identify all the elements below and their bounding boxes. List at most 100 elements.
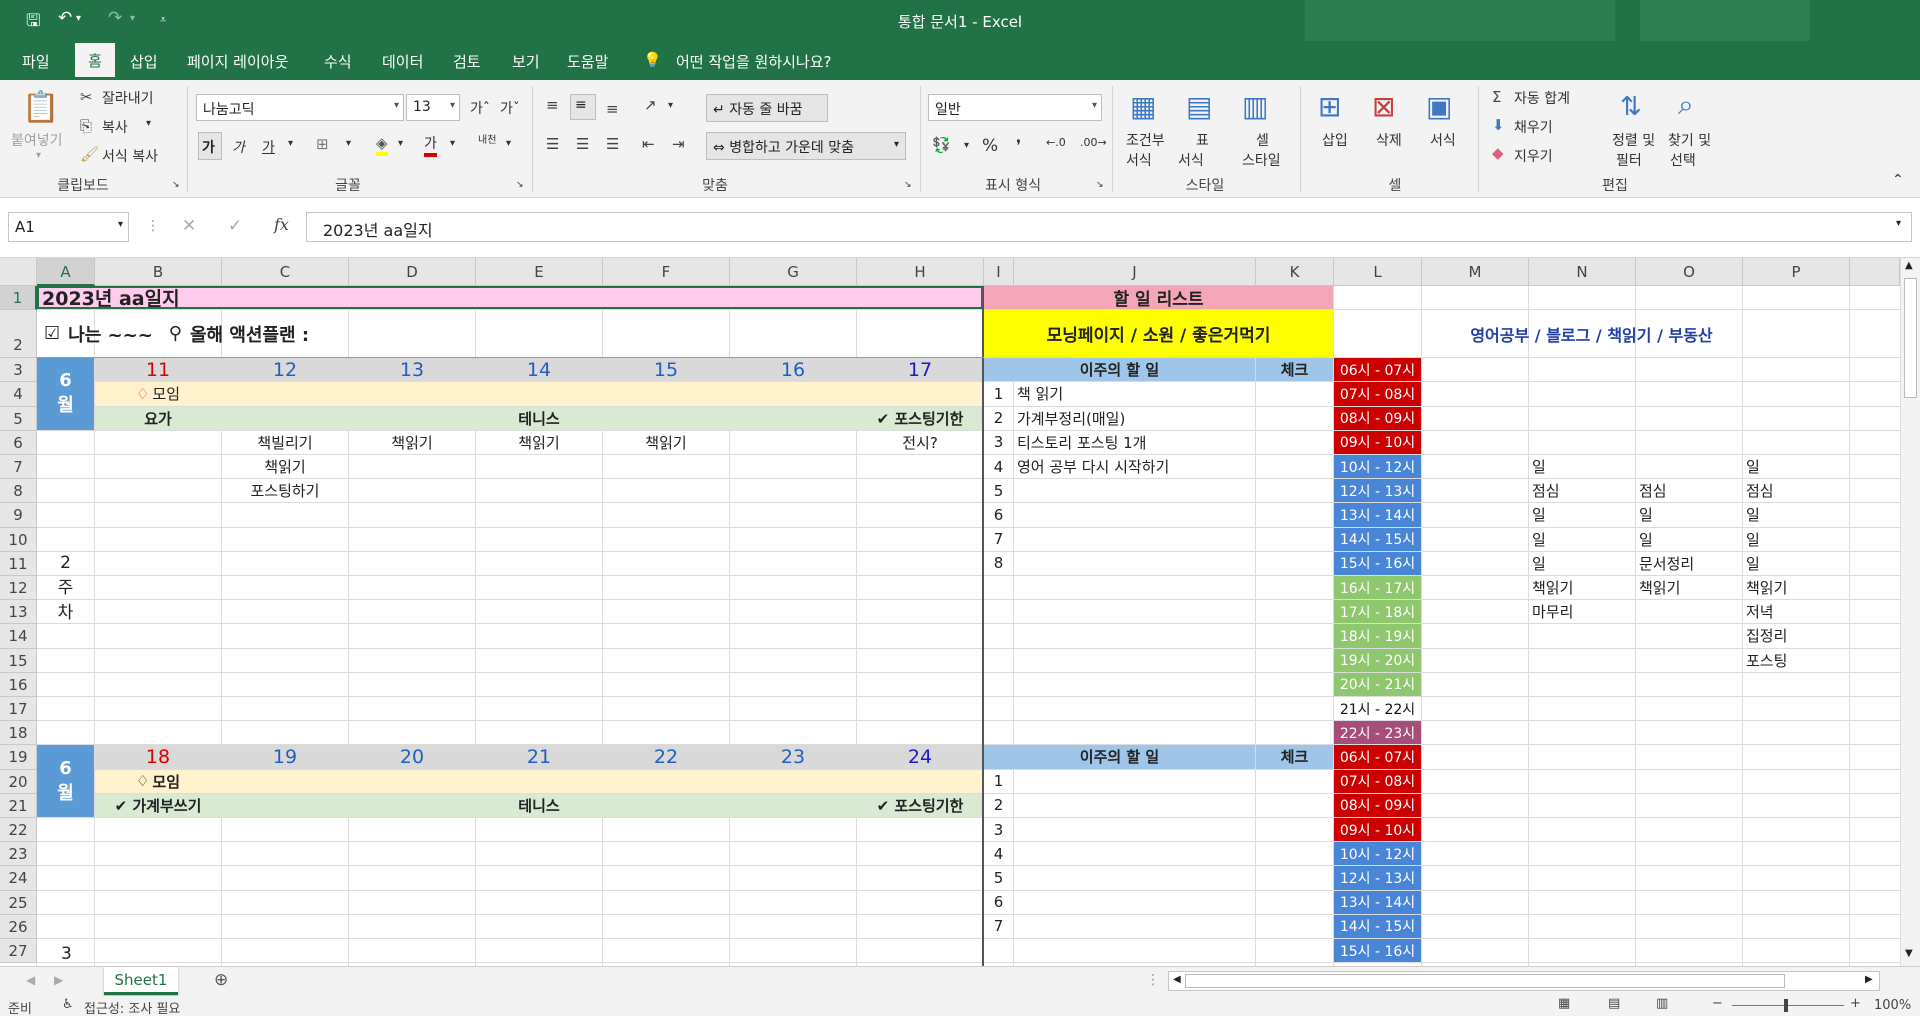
column-header[interactable]: A [37, 258, 95, 286]
font-color-dropdown-icon[interactable]: ▾ [450, 138, 455, 149]
row-header[interactable]: 25 [0, 890, 37, 915]
schedule-cell[interactable]: 책읽기 [1529, 576, 1635, 599]
todo-number[interactable]: 4 [984, 842, 1013, 865]
copy-icon[interactable]: ⎘ [80, 117, 92, 135]
task-cell[interactable]: 책읽기 [603, 431, 729, 454]
format-painter-button[interactable]: 서식 복사 [102, 146, 158, 166]
find-select-icon[interactable]: ⌕ [1678, 88, 1694, 122]
tab-home[interactable]: 홈 [75, 43, 115, 80]
schedule-cell[interactable]: 일 [1743, 528, 1849, 551]
time-slot-cell[interactable]: 06시 - 07시 [1334, 358, 1421, 382]
date-cell[interactable]: 23 [730, 745, 856, 769]
number-format-combo[interactable]: 일반 ▾ [928, 94, 1102, 121]
row-header[interactable]: 2 [0, 310, 37, 359]
copy-button[interactable]: 복사 [102, 117, 128, 137]
time-slot-cell[interactable]: 08시 - 09시 [1334, 793, 1421, 817]
conditional-formatting-label-1[interactable]: 조건부 [1126, 130, 1165, 150]
task-cell[interactable]: 책빌리기 [222, 431, 348, 454]
schedule-cell[interactable]: 일 [1743, 503, 1849, 526]
column-header[interactable]: G [730, 258, 857, 286]
todo-item[interactable] [1014, 552, 1255, 575]
clear-button[interactable]: 지우기 [1514, 146, 1553, 166]
date-cell[interactable]: 24 [857, 745, 983, 769]
meeting-cell[interactable]: ♢ 모임 [95, 769, 221, 793]
underline-dropdown-icon[interactable]: ▾ [288, 138, 293, 149]
horizontal-scrollbar[interactable]: ◀ ▶ [1168, 971, 1880, 991]
column-header[interactable]: D [349, 258, 476, 286]
percent-button[interactable]: % [982, 136, 998, 156]
todo-number[interactable]: 2 [984, 407, 1013, 430]
time-slot-cell[interactable]: 17시 - 18시 [1334, 600, 1421, 624]
column-header[interactable]: L [1334, 258, 1422, 286]
task-cell[interactable]: 책읽기 [222, 455, 348, 478]
time-slot-cell[interactable]: 06시 - 07시 [1334, 745, 1421, 769]
align-left-icon[interactable]: ☰ [546, 135, 559, 153]
schedule-cell[interactable]: 일 [1529, 503, 1635, 526]
wrap-text-button[interactable]: ↵ 자동 줄 바꿈 [706, 94, 828, 122]
vertical-scrollbar[interactable]: ▲ ▼ [1900, 258, 1920, 966]
tab-insert[interactable]: 삽입 [130, 51, 158, 72]
horizontal-scroll-thumb[interactable] [1185, 974, 1785, 988]
row-header[interactable]: 12 [0, 576, 37, 601]
row-header[interactable]: 10 [0, 527, 37, 552]
insert-cells-icon[interactable]: ⊞ [1318, 90, 1341, 123]
format-as-table-label-1[interactable]: 표 [1196, 130, 1209, 150]
border-dropdown-icon[interactable]: ▾ [346, 138, 351, 149]
row-header[interactable]: 5 [0, 406, 37, 431]
accessibility-status[interactable]: 접근성: 조사 필요 [84, 998, 180, 1016]
increase-indent-icon[interactable]: ⇥ [672, 135, 685, 153]
task-cell[interactable]: 책읽기 [476, 431, 602, 454]
expand-formula-icon[interactable]: ▾ [1896, 218, 1901, 229]
row-header[interactable]: 23 [0, 842, 37, 867]
delete-cells-button[interactable]: 삭제 [1376, 130, 1402, 150]
row-header[interactable]: 7 [0, 455, 37, 480]
column-header[interactable]: O [1636, 258, 1743, 286]
collapse-ribbon-icon[interactable]: ⌃ [1892, 172, 1904, 188]
row-header[interactable]: 4 [0, 382, 37, 407]
row-header[interactable]: 11 [0, 551, 37, 576]
row-header[interactable]: 19 [0, 745, 37, 770]
row-header[interactable]: 6 [0, 430, 37, 455]
time-slot-cell[interactable]: 20시 - 21시 [1334, 672, 1421, 696]
fill-color-icon[interactable]: ◈ [376, 134, 388, 156]
morning-goals-cell[interactable]: 모닝페이지 / 소원 / 좋은거먹기 [984, 310, 1333, 358]
font-color-button[interactable]: 가 [424, 135, 437, 157]
tab-view[interactable]: 보기 [512, 51, 540, 72]
align-right-icon[interactable]: ☰ [606, 135, 619, 153]
schedule-cell[interactable]: 집정리 [1743, 624, 1849, 647]
date-cell[interactable]: 20 [349, 745, 475, 769]
fill-icon[interactable]: ⬇ [1492, 116, 1505, 134]
tab-split-icon[interactable]: ⋮ [1146, 972, 1160, 988]
week2-meeting-row[interactable] [95, 769, 983, 793]
row-header[interactable]: 1 [0, 286, 37, 311]
time-slot-cell[interactable]: 07시 - 08시 [1334, 769, 1421, 793]
vertical-scroll-thumb[interactable] [1904, 278, 1917, 398]
orientation-dropdown-icon[interactable]: ▾ [668, 100, 673, 111]
todo-number[interactable]: 2 [984, 794, 1013, 817]
schedule-cell[interactable]: 일 [1743, 455, 1849, 478]
tab-review[interactable]: 검토 [453, 51, 481, 72]
conditional-formatting-icon[interactable]: ▦ [1130, 90, 1156, 123]
yearly-goals-cell[interactable]: 영어공부 / 블로그 / 책읽기 / 부동산 [1334, 310, 1849, 357]
todo-list-header[interactable]: 할 일 리스트 [984, 286, 1333, 310]
month-cell[interactable]: 6월 [37, 358, 94, 430]
formula-input[interactable]: 2023년 aa일지 [306, 212, 1912, 242]
insert-function-icon[interactable]: fx [274, 215, 289, 234]
time-slot-cell[interactable]: 12시 - 13시 [1334, 479, 1421, 503]
todo-item[interactable] [1014, 503, 1255, 526]
orientation-icon[interactable]: ↗ [644, 96, 657, 114]
date-cell[interactable]: 17 [857, 358, 983, 382]
row-header[interactable]: 13 [0, 600, 37, 625]
conditional-formatting-label-2[interactable]: 서식 [1126, 150, 1152, 170]
row-header[interactable]: 8 [0, 479, 37, 504]
schedule-cell[interactable]: 점심 [1636, 479, 1742, 502]
todo-number[interactable]: 3 [984, 818, 1013, 841]
accounting-format-icon[interactable]: 💱 [932, 136, 951, 154]
time-slot-cell[interactable]: 07시 - 08시 [1334, 382, 1421, 406]
schedule-cell[interactable]: 포스팅 [1743, 649, 1849, 672]
autosum-icon[interactable]: Σ [1492, 88, 1501, 106]
schedule-cell[interactable]: 일 [1529, 528, 1635, 551]
check-header[interactable]: 체크 [1256, 745, 1333, 769]
date-cell[interactable]: 13 [349, 358, 475, 382]
time-slot-cell[interactable]: 21시 - 22시 [1334, 697, 1421, 721]
